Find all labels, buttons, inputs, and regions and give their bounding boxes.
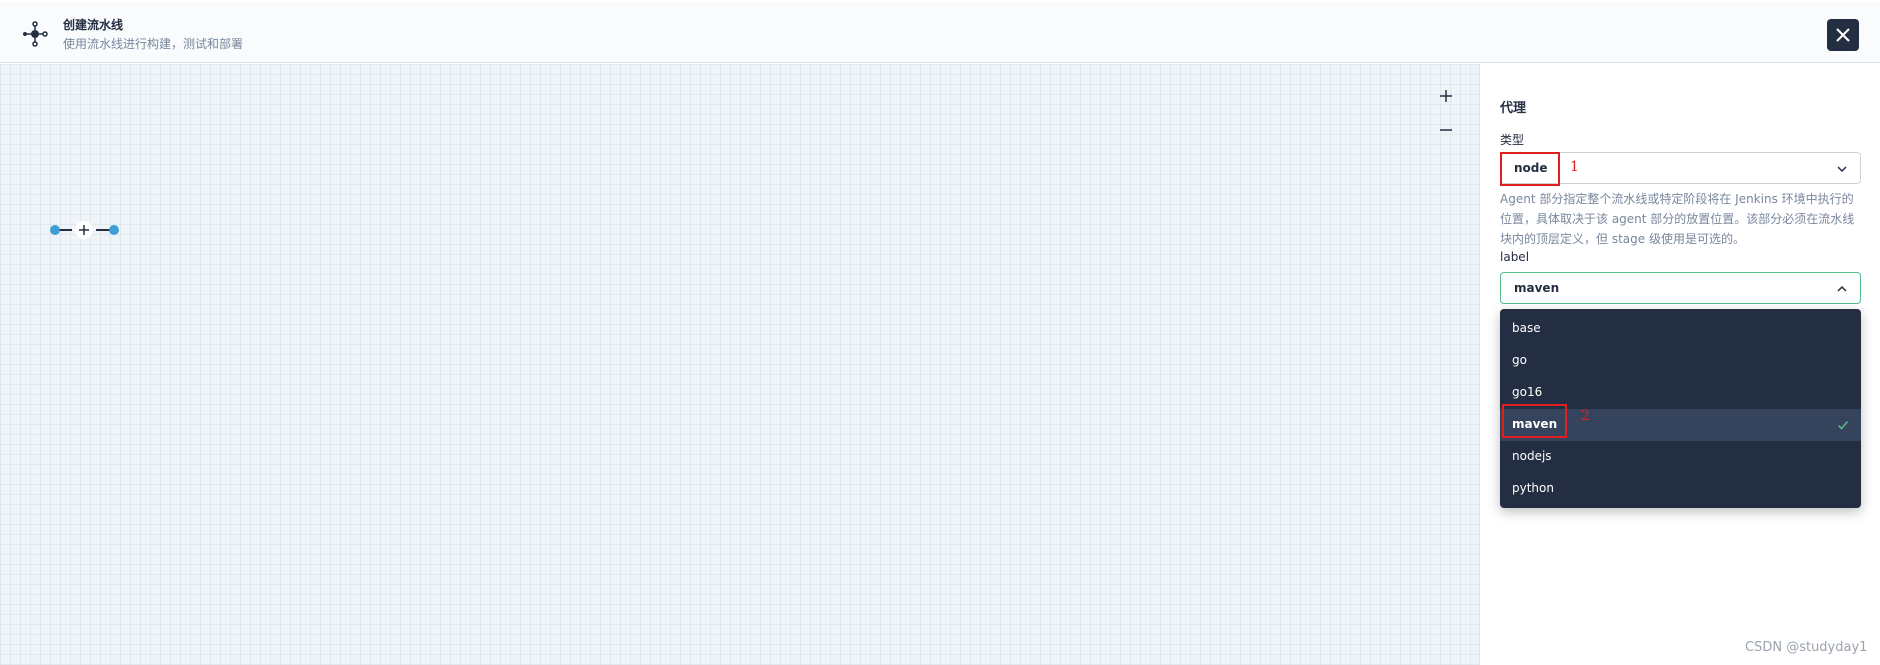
- close-icon: [1836, 28, 1850, 42]
- annotation-box-2: [1502, 404, 1567, 438]
- agent-description: Agent 部分指定整个流水线或特定阶段将在 Jenkins 环境中执行的位置，…: [1500, 192, 1855, 246]
- zoom-out-button[interactable]: [1434, 118, 1458, 142]
- option-label: python: [1512, 481, 1554, 495]
- zoom-in-button[interactable]: [1434, 84, 1458, 108]
- option-label: go16: [1512, 385, 1543, 399]
- label-field-label: label: [1500, 250, 1530, 264]
- chevron-up-icon: [1837, 285, 1847, 292]
- annotation-number-2: 2: [1581, 408, 1590, 424]
- dialog-title: 创建流水线: [63, 18, 124, 32]
- annotation-box-1: [1500, 152, 1560, 186]
- label-select[interactable]: maven: [1500, 272, 1861, 304]
- option-label: nodejs: [1512, 449, 1552, 463]
- add-stage-button[interactable]: [75, 221, 93, 239]
- close-button[interactable]: [1827, 19, 1859, 51]
- dropdown-option-nodejs[interactable]: nodejs: [1500, 441, 1861, 473]
- pipeline-icon: [23, 21, 48, 47]
- dialog-header: 创建流水线 使用流水线进行构建，测试和部署: [0, 2, 1880, 63]
- panel-title: 代理: [1500, 101, 1527, 116]
- pipeline-start-end-node: [50, 221, 119, 239]
- pipeline-canvas[interactable]: [0, 64, 1479, 665]
- dropdown-option-go[interactable]: go: [1500, 345, 1861, 377]
- check-icon: [1837, 421, 1849, 430]
- option-label: base: [1512, 321, 1541, 335]
- dropdown-option-python[interactable]: python: [1500, 473, 1861, 505]
- dialog-subtitle: 使用流水线进行构建，测试和部署: [63, 37, 244, 51]
- start-node: [50, 225, 60, 235]
- type-field-label: 类型: [1500, 133, 1525, 147]
- dropdown-option-base[interactable]: base: [1500, 313, 1861, 345]
- chevron-down-icon: [1837, 166, 1847, 173]
- annotation-number-1: 1: [1570, 159, 1579, 175]
- option-label: go: [1512, 353, 1527, 367]
- watermark: CSDN @studyday1: [1745, 640, 1868, 655]
- label-select-value: maven: [1514, 281, 1560, 295]
- end-node: [109, 225, 119, 235]
